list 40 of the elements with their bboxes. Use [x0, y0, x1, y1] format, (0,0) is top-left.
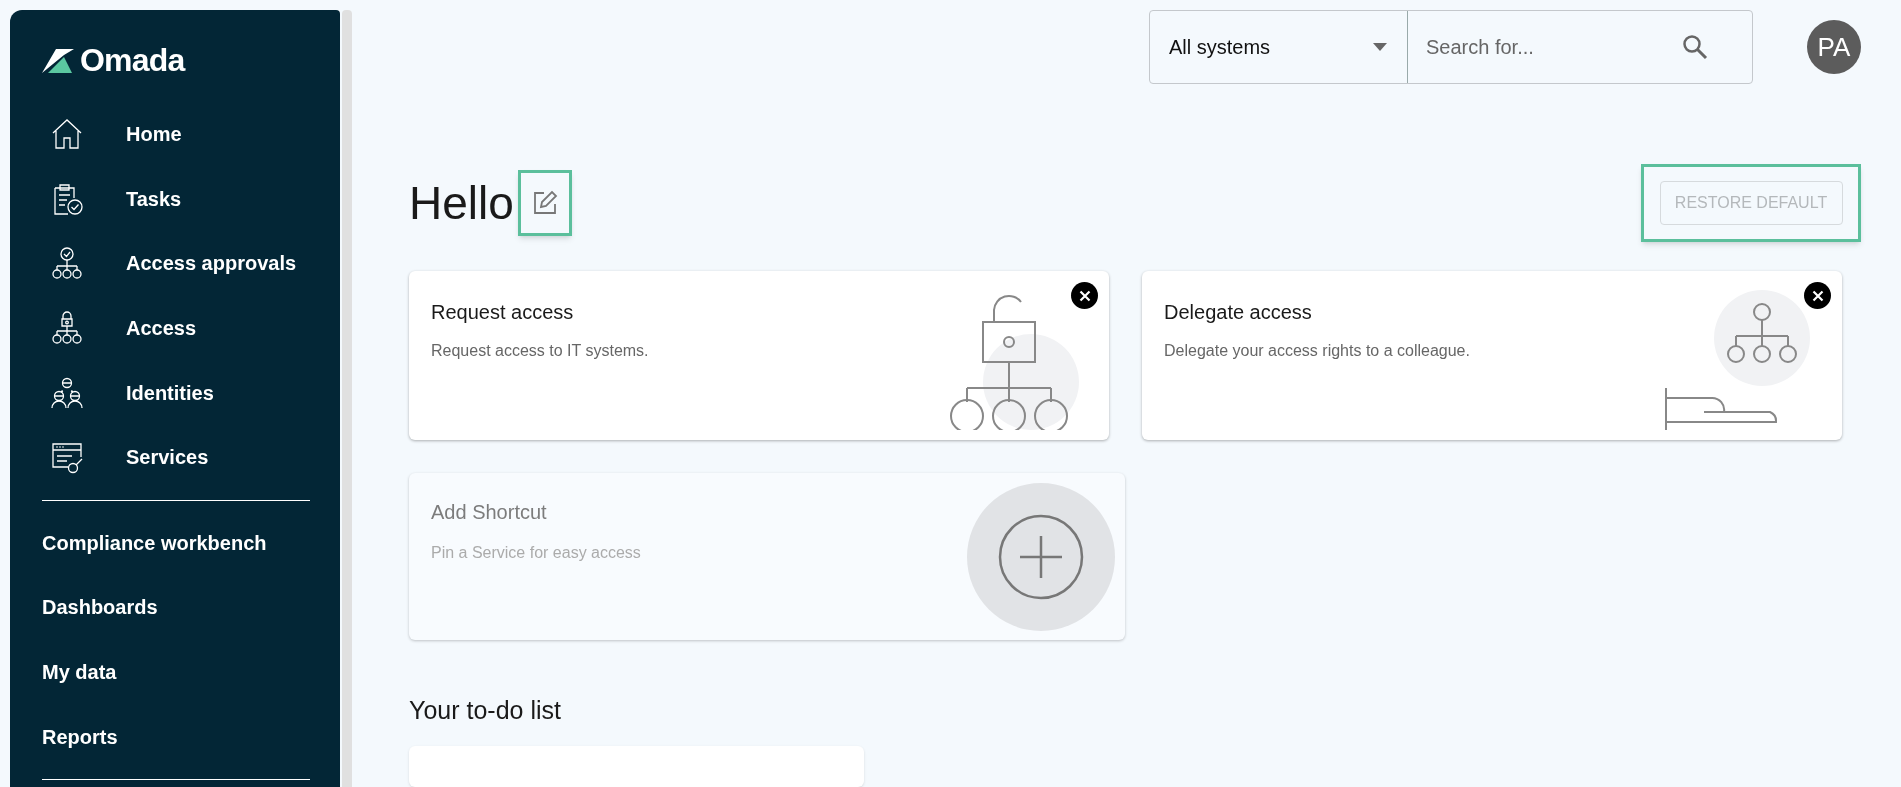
search-field[interactable]: Search for... — [1426, 32, 1666, 62]
card-title: Request access — [431, 300, 575, 325]
edit-button[interactable] — [517, 170, 572, 236]
people-group-icon — [50, 375, 84, 410]
edit-icon — [531, 190, 558, 216]
nav-item[interactable]: Dashboards — [42, 575, 310, 640]
close-icon — [1811, 289, 1824, 302]
card-description: Request access to IT systems. — [431, 341, 649, 361]
system-dropdown[interactable]: All systems — [1150, 11, 1408, 83]
nav-item[interactable]: Reports — [42, 704, 310, 769]
close-icon — [1078, 289, 1091, 302]
org-chart-lock-icon — [50, 311, 84, 346]
nav-item[interactable]: Tasks — [42, 166, 310, 232]
add-shortcut-card[interactable]: Add Shortcut Pin a Service for easy access — [409, 473, 1125, 640]
close-button[interactable] — [1804, 282, 1831, 309]
nav-item[interactable]: Compliance workbench — [42, 510, 310, 576]
section-title: Your to-do list — [409, 695, 562, 726]
search-icon[interactable] — [1682, 34, 1708, 60]
plus-circle-icon[interactable] — [998, 513, 1084, 600]
shortcut-card[interactable]: Request access Request access to IT systems. — [409, 271, 1109, 440]
browser-key-icon — [50, 440, 84, 475]
nav-item[interactable]: Access approvals — [42, 231, 310, 296]
card-description: Pin a Service for easy access — [431, 543, 641, 563]
card-title: Add Shortcut — [431, 500, 548, 525]
nav-item[interactable]: Services — [42, 424, 310, 490]
logo-text: Omada — [80, 41, 185, 80]
greeting-title: Hello — [409, 175, 514, 231]
nav-item[interactable]: Home — [42, 102, 310, 167]
home-icon — [50, 117, 84, 152]
caret-icon — [1373, 43, 1387, 51]
card-title: Delegate access — [1164, 300, 1313, 325]
card-description: Delegate your access rights to a colleague. — [1164, 341, 1470, 361]
close-button[interactable] — [1071, 282, 1098, 309]
user-avatar[interactable]: PA — [1807, 20, 1861, 74]
shortcut-card[interactable]: Delegate access Delegate your access rights to a colleague. — [1142, 271, 1842, 440]
nav-item[interactable]: My data — [42, 639, 310, 705]
nav-item[interactable]: Identities — [42, 360, 310, 425]
scrollbar[interactable] — [342, 10, 352, 787]
org-chart-check-icon — [50, 246, 84, 281]
nav-item[interactable]: Access — [42, 295, 310, 361]
